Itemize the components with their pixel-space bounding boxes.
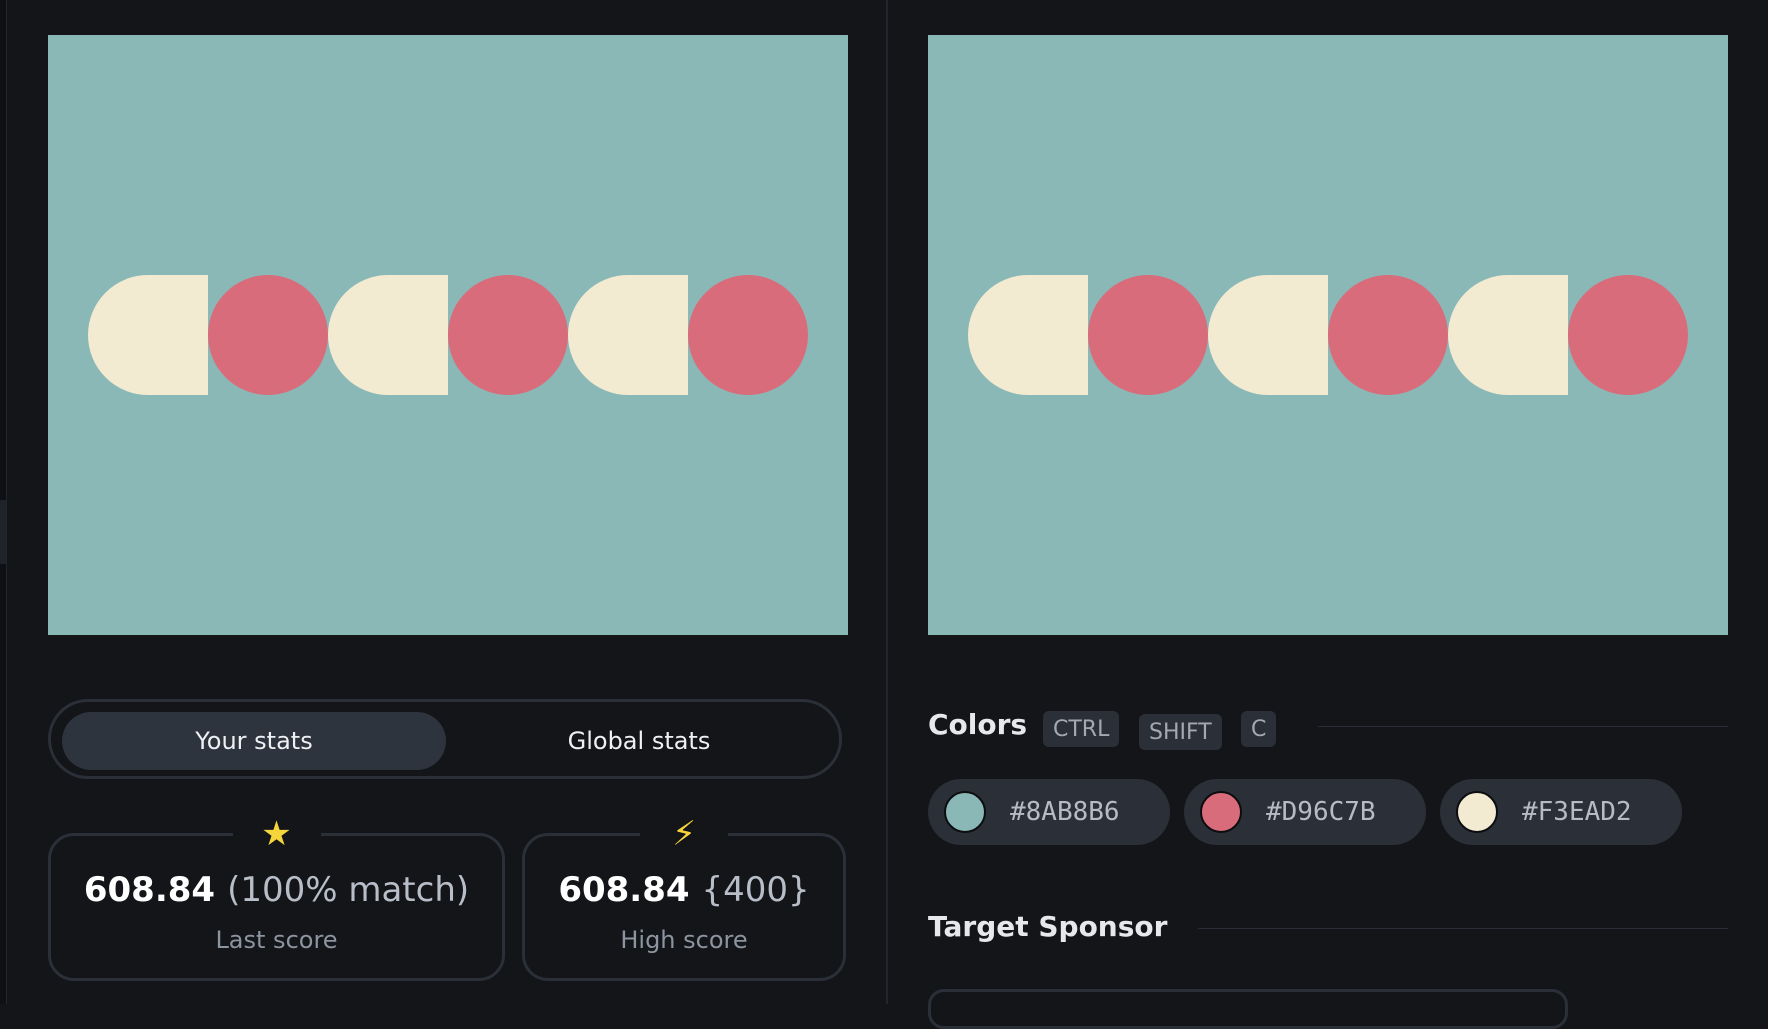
circle-shape <box>208 275 328 395</box>
color-swatch-1 <box>944 791 986 833</box>
high-score-value: 608.84 <box>558 870 690 910</box>
color-chip-3[interactable]: #F3EAD2 <box>1440 779 1682 845</box>
output-canvas[interactable] <box>48 35 848 635</box>
high-score-label: High score <box>620 926 748 954</box>
circle-shape <box>688 275 808 395</box>
kbd-c: C <box>1241 711 1277 747</box>
target-canvas <box>928 35 1728 635</box>
kbd-shift: SHIFT <box>1139 714 1222 750</box>
color-hex-2: #D96C7B <box>1266 797 1376 827</box>
colors-divider <box>1318 726 1728 727</box>
tab-your-stats[interactable]: Your stats <box>62 712 446 770</box>
panel-divider <box>886 0 888 1004</box>
circle-shape <box>1088 275 1208 395</box>
star-icon: ★ <box>232 814 321 854</box>
sponsor-title: Target Sponsor <box>928 910 1168 943</box>
tab-global-stats[interactable]: Global stats <box>447 712 831 770</box>
stats-toggle: Your stats Global stats <box>48 699 842 779</box>
color-chip-1[interactable]: #8AB8B6 <box>928 779 1170 845</box>
half-circle-shape <box>968 275 1088 395</box>
high-score-chars: {400} <box>701 870 810 910</box>
last-score-match: (100% match) <box>227 870 470 910</box>
circle-shape <box>448 275 568 395</box>
last-score-card: ★ 608.84 (100% match) Last score <box>48 814 505 981</box>
lightning-icon: ⚡ <box>640 814 728 854</box>
color-chip-2[interactable]: #D96C7B <box>1184 779 1426 845</box>
last-score-value: 608.84 <box>83 870 216 910</box>
sponsor-box[interactable] <box>928 989 1568 1029</box>
kbd-ctrl: CTRL <box>1043 711 1120 747</box>
color-swatch-3 <box>1456 791 1498 833</box>
color-hex-1: #8AB8B6 <box>1010 797 1120 827</box>
half-circle-shape <box>568 275 688 395</box>
sponsor-divider <box>1198 928 1728 929</box>
color-hex-3: #F3EAD2 <box>1522 797 1632 827</box>
high-score-card: ⚡ 608.84 {400} High score <box>522 814 846 981</box>
high-score-value-row: 608.84 {400} <box>525 870 843 910</box>
circle-shape <box>1328 275 1448 395</box>
circle-shape <box>1568 275 1688 395</box>
color-swatch-2 <box>1200 791 1242 833</box>
last-score-label: Last score <box>215 926 338 954</box>
last-score-value-row: 608.84 (100% match) <box>51 870 502 910</box>
half-circle-shape <box>328 275 448 395</box>
half-circle-shape <box>88 275 208 395</box>
colors-title: Colors <box>928 708 1028 741</box>
left-edge-handle <box>0 500 6 564</box>
half-circle-shape <box>1208 275 1328 395</box>
half-circle-shape <box>1448 275 1568 395</box>
